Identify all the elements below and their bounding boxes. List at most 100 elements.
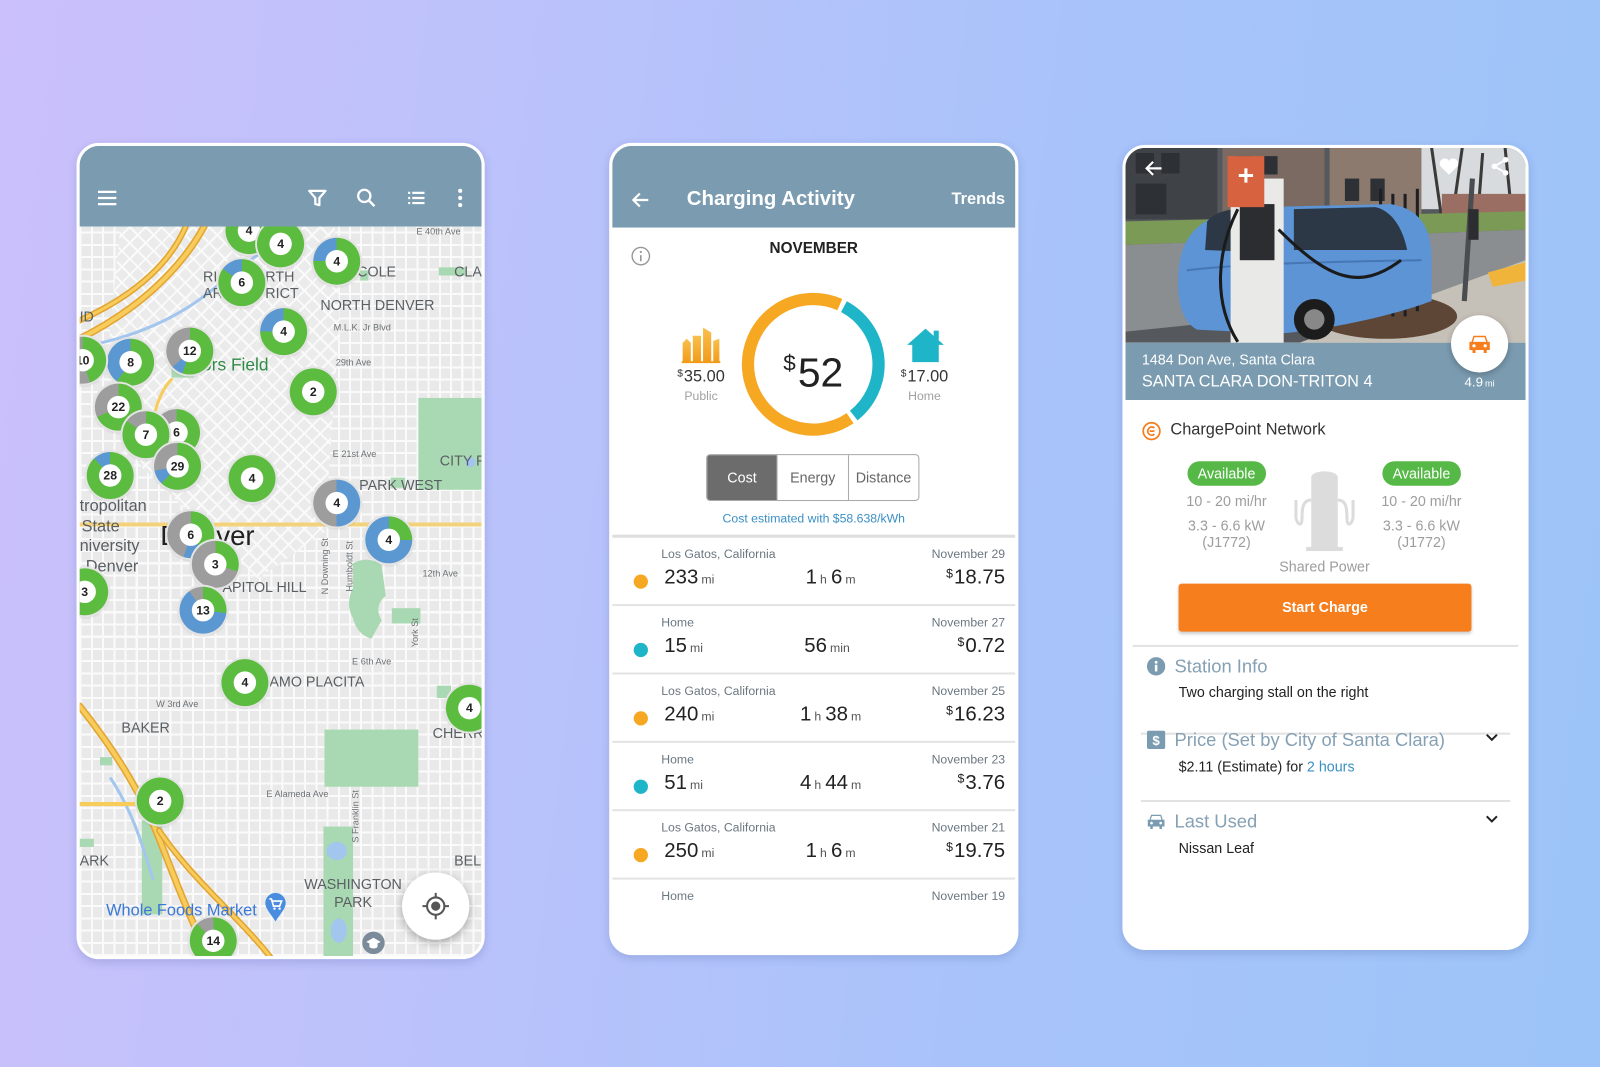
tab-cost[interactable]: Cost <box>707 455 777 500</box>
station-detail-screen: 1484 Don Ave, Santa Clara SANTA CLARA DO… <box>1122 144 1529 950</box>
station-cluster[interactable]: 2 <box>289 368 337 416</box>
station-cluster[interactable]: 6 <box>218 259 266 307</box>
session-cost: $18.75 <box>946 566 1005 589</box>
chevron-down-icon[interactable] <box>1483 729 1501 747</box>
cluster-count: 22 <box>107 395 130 419</box>
currency-symbol: $ <box>900 368 907 380</box>
session-duration: 1h6m <box>806 840 860 863</box>
station-cluster[interactable]: 13 <box>179 586 227 634</box>
map-label: AMO PLACITA <box>269 673 365 690</box>
price-section-body: $2.11 (Estimate) for 2 hours <box>1179 758 1355 774</box>
tab-distance[interactable]: Distance <box>847 455 919 500</box>
search-icon[interactable] <box>354 186 378 210</box>
duration-value: 1 <box>805 566 817 589</box>
back-arrow-icon[interactable] <box>630 189 652 211</box>
distance-value: 51 <box>664 771 687 794</box>
month-label: NOVEMBER <box>769 239 859 258</box>
map-label-poi[interactable]: Whole Foods Market <box>106 902 257 920</box>
price-section-title[interactable]: Price (Set by City of Santa Clara) <box>1174 730 1445 751</box>
home-total: $17.00 <box>901 368 949 386</box>
station-cluster[interactable]: 29 <box>154 442 202 490</box>
station-cluster[interactable]: 4 <box>221 659 269 707</box>
home-amount: 17.00 <box>907 368 949 386</box>
my-location-button[interactable] <box>402 872 470 940</box>
chevron-down-icon[interactable] <box>1483 810 1501 828</box>
divider <box>1132 644 1519 647</box>
charging-activity-screen: Charging Activity Trends NOVEMBER $35.00… <box>609 142 1019 956</box>
map-label: York St <box>409 618 420 648</box>
session-row[interactable]: Los Gatos, California November 25 240 mi … <box>612 674 1016 743</box>
port-speed: 10 - 20 mi/hr <box>1186 492 1267 510</box>
session-distance: 250 mi <box>664 840 718 863</box>
duration-value: 44 <box>825 771 848 794</box>
station-cluster[interactable]: 3 <box>191 540 239 588</box>
share-icon[interactable] <box>1489 155 1511 177</box>
duration-unit: m <box>851 709 862 724</box>
duration-unit: h <box>820 572 827 587</box>
shopping-cart-pin-icon[interactable] <box>264 892 286 923</box>
station-cluster[interactable]: 4 <box>313 237 361 285</box>
last-used-title[interactable]: Last Used <box>1174 811 1257 832</box>
station-cluster[interactable]: 2 <box>136 777 184 825</box>
station-photo-image <box>1125 147 1526 343</box>
session-duration: 1h6m <box>806 566 860 589</box>
session-cost: $16.23 <box>946 703 1005 726</box>
session-row[interactable]: Home November 27 15 mi 56 min $0.72 <box>612 606 1016 675</box>
list-view-icon[interactable] <box>404 186 428 210</box>
session-distance: 15 mi <box>664 635 707 658</box>
activity-toolbar: Charging Activity Trends <box>612 145 1016 228</box>
start-charge-button[interactable]: Start Charge <box>1178 583 1472 632</box>
station-cluster[interactable]: 4 <box>228 455 276 503</box>
map-label: RICT <box>265 284 299 302</box>
station-cluster[interactable]: 14 <box>189 917 237 957</box>
shared-power-label: Shared Power <box>1279 558 1370 575</box>
station-cluster[interactable]: 4 <box>365 516 413 564</box>
duration-unit: m <box>845 572 856 587</box>
currency-symbol: $ <box>946 839 953 855</box>
map-label: S Franklin St <box>350 790 361 843</box>
session-location: Home <box>661 888 694 904</box>
cost-value: 3.76 <box>965 771 1006 794</box>
session-row[interactable]: Los Gatos, California November 21 250 mi … <box>612 811 1016 880</box>
station-cluster[interactable]: 28 <box>86 452 134 499</box>
lake <box>330 918 347 943</box>
map-label: PARK <box>334 893 372 911</box>
cluster-count: 12 <box>178 339 202 363</box>
session-row[interactable]: Los Gatos, California November 29 233 mi … <box>612 538 1016 607</box>
station-cluster[interactable]: 4 <box>260 308 308 356</box>
session-row[interactable]: Home November 19 <box>612 880 1015 948</box>
currency-symbol: $ <box>783 349 796 376</box>
more-vertical-icon[interactable] <box>448 186 472 210</box>
tab-energy[interactable]: Energy <box>776 455 848 500</box>
school-pin-icon[interactable] <box>361 931 385 957</box>
session-type-dot <box>633 847 648 863</box>
session-date: November 29 <box>931 546 1006 562</box>
station-cluster[interactable]: 4 <box>313 479 361 527</box>
station-name: SANTA CLARA DON-TRITON 4 <box>1141 373 1373 391</box>
filter-icon[interactable] <box>305 186 329 210</box>
cost-value: 0.72 <box>965 634 1006 658</box>
session-type-dot <box>633 642 648 658</box>
station-address: 1484 Don Ave, Santa Clara <box>1141 351 1315 368</box>
session-date: November 23 <box>931 752 1006 767</box>
cluster-count: 6 <box>230 271 254 294</box>
hamburger-menu-icon[interactable] <box>95 186 119 210</box>
duration-unit: min <box>830 640 850 656</box>
station-cluster[interactable]: 8 <box>107 338 155 386</box>
station-map[interactable]: E 40th Ave RI RTH AR RICT COLE CLA NORTH… <box>79 226 482 957</box>
session-date: November 27 <box>931 615 1006 630</box>
station-info-title: Station Info <box>1174 656 1268 677</box>
price-estimate: $2.11 (Estimate) for <box>1178 758 1303 775</box>
station-cluster[interactable]: 12 <box>166 327 214 375</box>
price-duration-link[interactable]: 2 hours <box>1307 758 1355 774</box>
cluster-count: 4 <box>325 491 348 515</box>
map-label: E 6th Ave <box>352 656 392 667</box>
cost-estimate-note: Cost estimated with $58.638/kWh <box>722 511 905 526</box>
heart-icon[interactable] <box>1438 155 1460 177</box>
total-amount: 52 <box>797 351 844 396</box>
back-arrow-icon[interactable] <box>1143 157 1165 179</box>
cluster-count: 4 <box>240 467 264 490</box>
session-row[interactable]: Home November 23 51 mi 4 h 44 m $3.76 <box>612 743 1016 812</box>
trends-button[interactable]: Trends <box>952 191 1006 209</box>
directions-button[interactable] <box>1451 315 1509 373</box>
